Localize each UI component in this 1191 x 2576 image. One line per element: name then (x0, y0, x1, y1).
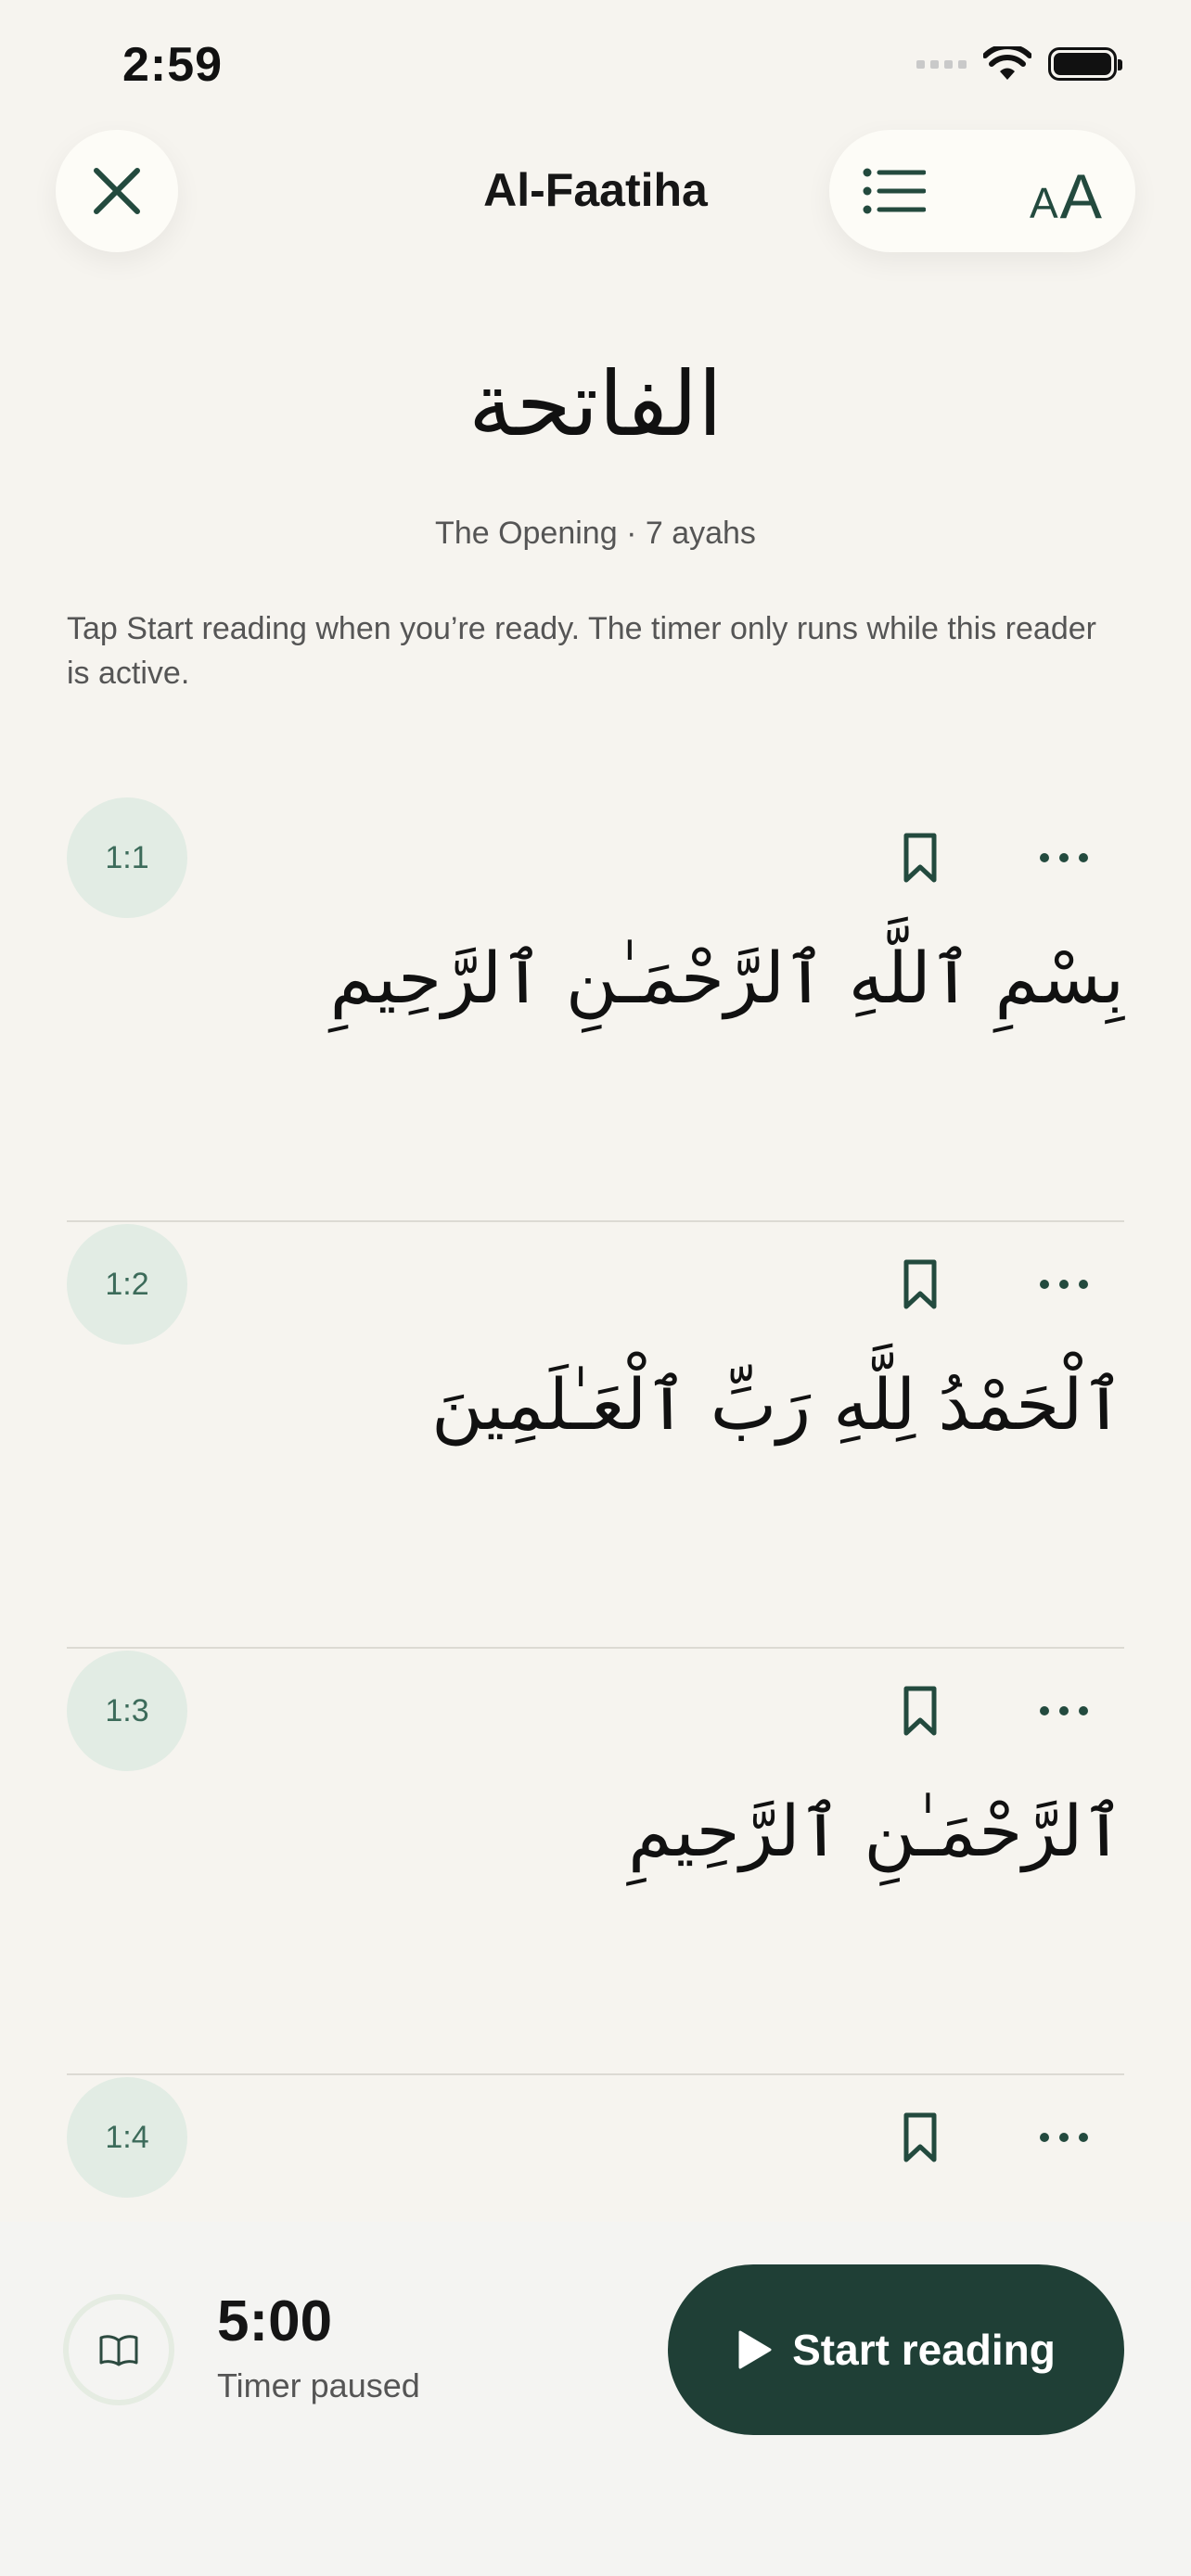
more-options-button[interactable] (1022, 2100, 1106, 2174)
ayah-divider (67, 1647, 1124, 1649)
more-options-button[interactable] (1022, 1247, 1106, 1321)
ayah-arabic-text: بِسْمِ ٱللَّهِ ٱلرَّحْمَـٰنِ ٱلرَّحِيمِ (329, 937, 1124, 1019)
more-icon (1040, 1706, 1088, 1715)
bookmark-button[interactable] (883, 1674, 957, 1748)
font-size-small-label: A (1029, 179, 1058, 227)
ayah-divider (67, 2073, 1124, 2075)
more-options-button[interactable] (1022, 821, 1106, 895)
play-icon (738, 2330, 772, 2369)
list-icon (863, 168, 926, 214)
bookmark-icon (903, 833, 937, 883)
bookmark-icon (903, 2112, 937, 2162)
ayah-row: 1:4 (67, 2077, 1124, 2222)
top-bar: Al-Faatiha A A (0, 130, 1191, 254)
ayah-row: 1:3 ٱلرَّحْمَـٰنِ ٱلرَّحِيمِ (67, 1651, 1124, 2077)
start-reading-label: Start reading (792, 2326, 1056, 2374)
reader-tools: A A (829, 130, 1135, 252)
status-time: 2:59 (122, 38, 224, 92)
ayah-number-badge: 1:3 (67, 1651, 187, 1771)
surah-arabic-name: الفاتحة (468, 352, 723, 456)
surah-subtitle: The Opening · 7 ayahs (435, 516, 756, 551)
bookmark-button[interactable] (883, 2100, 957, 2174)
ayah-number-badge: 1:4 (67, 2077, 187, 2198)
reading-timer-panel: 5:00 Timer paused Start reading (0, 2222, 1191, 2576)
bookmark-button[interactable] (883, 821, 957, 895)
more-icon (1040, 1280, 1088, 1289)
timer-progress-ring (63, 2294, 174, 2405)
ayah-number-badge: 1:2 (67, 1224, 187, 1345)
status-bar: 2:59 (0, 0, 1191, 130)
timer-value: 5:00 (217, 2289, 333, 2353)
wifi-icon (983, 46, 1031, 80)
start-reading-button[interactable]: Start reading (668, 2264, 1124, 2435)
cellular-icon (916, 59, 967, 69)
ayah-number-badge: 1:1 (67, 797, 187, 918)
more-icon (1040, 853, 1088, 862)
font-size-button[interactable]: A A (1024, 154, 1108, 228)
book-icon (99, 2335, 138, 2366)
font-size-large-label: A (1059, 161, 1103, 232)
ayah-row: 1:1 بِسْمِ ٱللَّهِ ٱلرَّحْمَـٰنِ ٱلرَّحِ… (67, 797, 1124, 1224)
ayah-arabic-text: ٱلْحَمْدُ لِلَّهِ رَبِّ ٱلْعَـٰلَمِينَ (431, 1363, 1124, 1446)
timer-status: Timer paused (217, 2366, 420, 2404)
ayah-arabic-text: ٱلرَّحْمَـٰنِ ٱلرَّحِيمِ (628, 1790, 1124, 1872)
status-icons (916, 46, 1122, 82)
bookmark-button[interactable] (883, 1247, 957, 1321)
reader-instructions: Tap Start reading when you’re ready. The… (67, 611, 1096, 691)
bookmark-icon (903, 1686, 937, 1736)
ayah-divider (67, 1220, 1124, 1222)
more-icon (1040, 2133, 1088, 2142)
battery-icon (1048, 47, 1122, 81)
bookmark-icon (903, 1259, 937, 1309)
ayah-list-button[interactable] (857, 154, 931, 228)
more-options-button[interactable] (1022, 1674, 1106, 1748)
ayah-row: 1:2 ٱلْحَمْدُ لِلَّهِ رَبِّ ٱلْعَـٰلَمِي… (67, 1224, 1124, 1651)
